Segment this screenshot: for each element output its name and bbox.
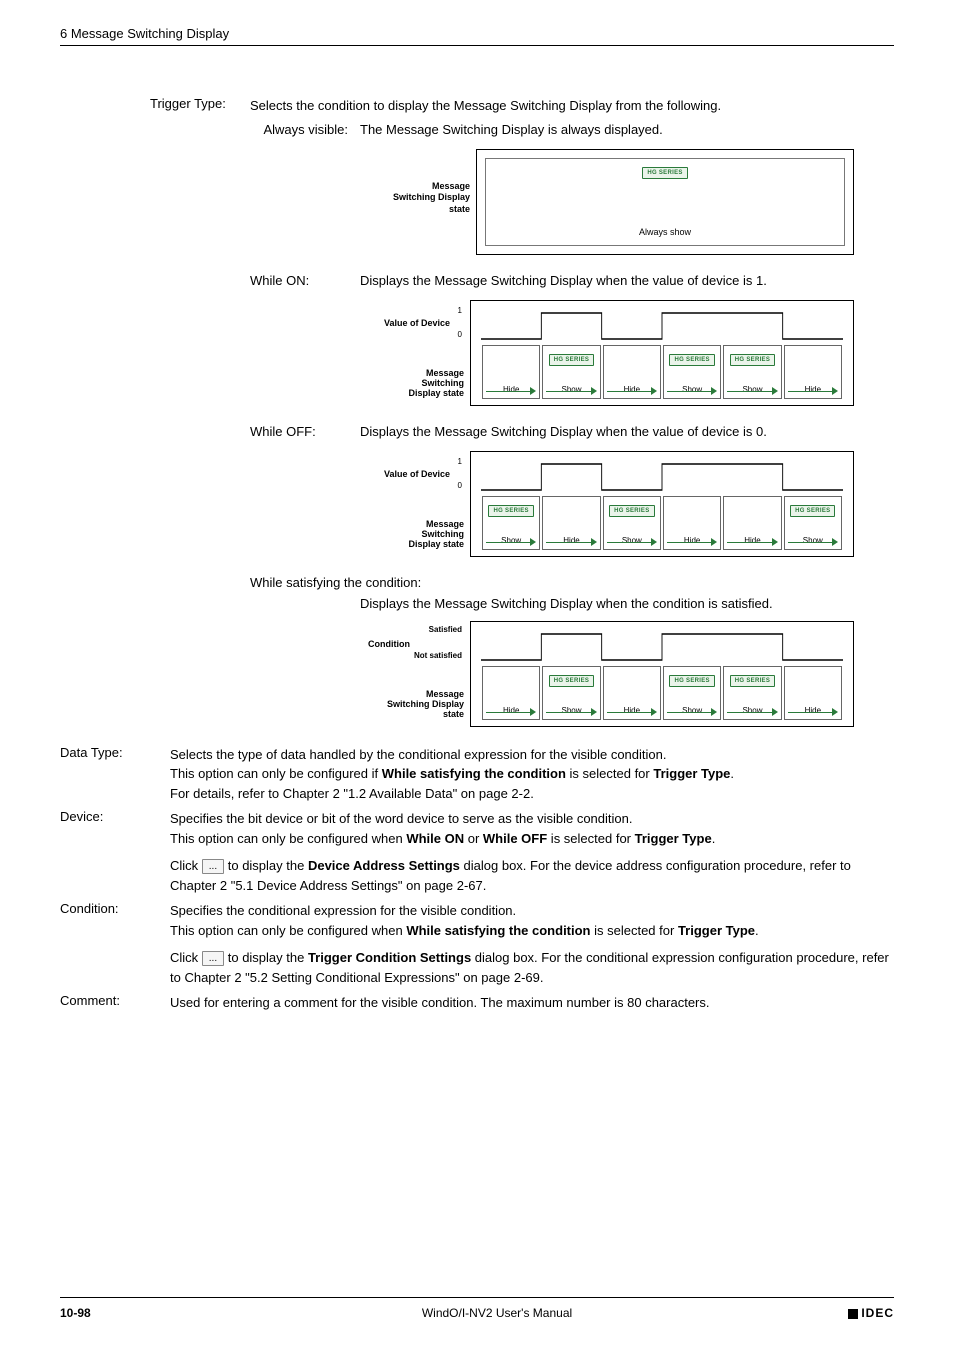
condition-label: Condition: [60,901,170,987]
state-cell: Hide [663,496,721,550]
state-cell: Hide [542,496,600,550]
state-cell: HG SERIESShow [723,345,781,399]
state-cell: HG SERIESShow [603,496,661,550]
while-on-label: While ON: [60,273,360,288]
always-axis-label: Message Switching Display state [360,149,476,216]
condition-text: Specifies the conditional expression for… [170,901,894,987]
idec-logo: IDEC [814,1306,894,1320]
tick-sat: Satisfied [429,625,462,634]
page-number: 10-98 [60,1306,180,1320]
device-label: Device: [60,809,170,895]
state-cell: Hide [482,666,540,720]
device-text: Specifies the bit device or bit of the w… [170,809,894,895]
while-on-wave [481,309,843,345]
manual-title: WindO/I-NV2 User's Manual [180,1306,814,1320]
trigger-type-label: Trigger Type: [60,96,250,116]
while-on-state-axis: Message Switching Display state [360,368,464,398]
state-cell: Hide [723,496,781,550]
always-visible-diagram: Message Switching Display state HG SERIE… [360,149,854,255]
tick-0: 0 [458,481,462,490]
comment-label: Comment: [60,993,170,1013]
data-type-text: Selects the type of data handled by the … [170,745,894,804]
while-on-value-axis: Value of Device [384,318,450,328]
state-cell: HG SERIESShow [663,345,721,399]
tick-1: 1 [458,457,462,466]
ellipsis-button[interactable]: ... [202,859,224,874]
state-cell: HG SERIESShow [663,666,721,720]
while-off-state-axis: Message Switching Display state [360,519,464,549]
always-show-caption: Always show [639,227,691,237]
while-cond-desc: Displays the Message Switching Display w… [60,596,894,611]
while-cond-wave [481,630,843,666]
ellipsis-button[interactable]: ... [202,951,224,966]
state-cell: Hide [784,345,842,399]
page-footer: 10-98 WindO/I-NV2 User's Manual IDEC [60,1297,894,1320]
state-cell: HG SERIESShow [784,496,842,550]
trigger-type-desc: Selects the condition to display the Mes… [250,96,894,116]
while-cond-label: While satisfying the condition: [60,575,894,590]
while-on-diagram: Value of Device 1 0 Message Switching Di… [360,300,854,406]
while-off-desc: Displays the Message Switching Display w… [360,424,894,439]
while-off-diagram: Value of Device 1 0 Message Switching Di… [360,451,854,557]
state-cell: Hide [784,666,842,720]
tick-1: 1 [458,306,462,315]
header-rule [60,45,894,46]
tick-notsat: Not satisfied [414,651,462,660]
comment-text: Used for entering a comment for the visi… [170,993,894,1013]
state-cell: HG SERIESShow [542,666,600,720]
while-cond-value-axis: Condition [368,639,410,649]
state-cell: Hide [603,345,661,399]
while-on-desc: Displays the Message Switching Display w… [360,273,894,288]
page-header: 6 Message Switching Display [60,26,894,41]
always-visible-desc: The Message Switching Display is always … [360,122,894,137]
state-cell: Hide [603,666,661,720]
state-cell: HG SERIESShow [482,496,540,550]
state-cell: HG SERIESShow [723,666,781,720]
while-off-wave [481,460,843,496]
state-cell: Hide [482,345,540,399]
data-type-label: Data Type: [60,745,170,804]
hg-series-box: HG SERIES [642,167,687,179]
state-cell: HG SERIESShow [542,345,600,399]
always-visible-label: Always visible: [60,122,360,137]
while-cond-diagram: Condition Satisfied Not satisfied Messag… [360,621,854,727]
while-cond-state-axis: Message Switching Display state [360,689,464,719]
tick-0: 0 [458,330,462,339]
while-off-value-axis: Value of Device [384,469,450,479]
while-off-label: While OFF: [60,424,360,439]
